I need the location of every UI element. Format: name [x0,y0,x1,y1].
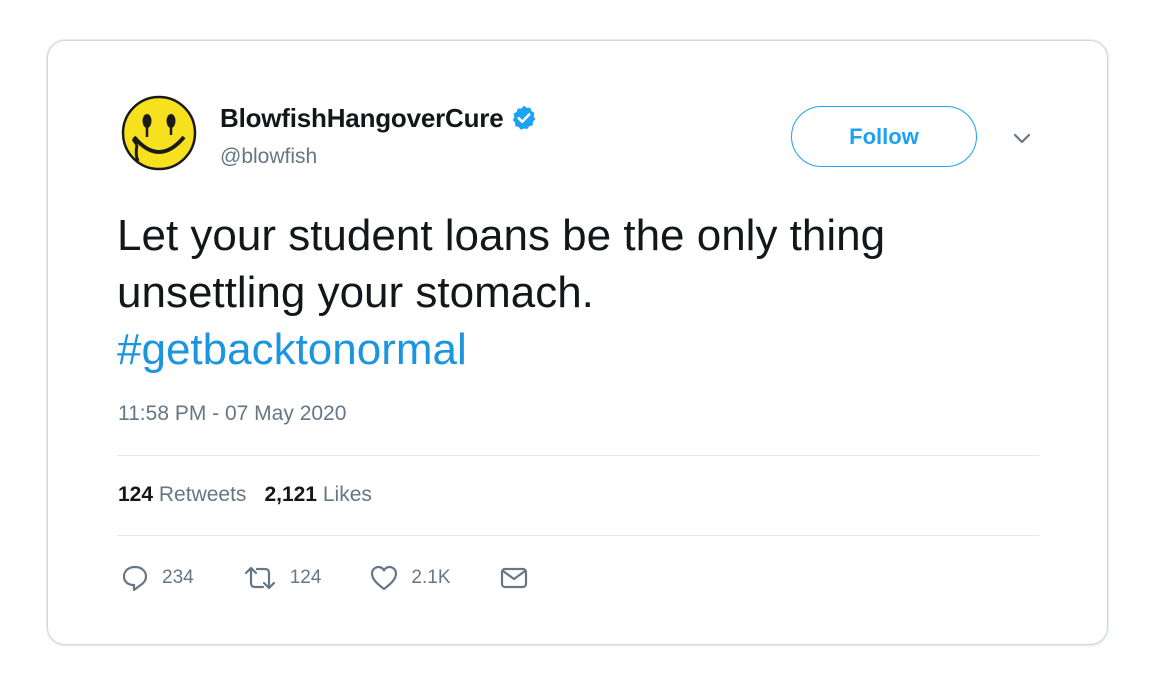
tweet-timestamp[interactable]: 11:58 PM - 07 May 2020 [118,402,346,426]
tweet-text-line: unsettling your stomach. [117,268,594,317]
reply-button[interactable]: 234 [120,563,194,593]
retweet-icon [244,566,275,590]
likes-count: 2,121 [264,483,317,506]
reply-icon [122,565,148,592]
follow-button[interactable]: Follow [791,106,977,167]
author-display-name[interactable]: BlowfishHangoverCure [220,103,504,134]
tweet-body: Let your student loans be the only thing… [117,207,1057,378]
retweet-button[interactable]: 124 [242,563,322,593]
chevron-down-icon[interactable] [1011,127,1033,149]
envelope-icon [500,567,527,589]
retweets-stat[interactable]: 124 Retweets [118,483,246,507]
heart-icon [371,565,398,591]
divider [117,535,1039,536]
engagement-stats: 124 Retweets 2,121 Likes [118,483,372,507]
retweets-count: 124 [118,483,154,506]
smiley-face-icon[interactable] [121,95,197,175]
author-handle[interactable]: @blowfish [220,145,317,169]
action-bar: 234 124 2.1K [120,563,589,593]
author-name-row: BlowfishHangoverCure [220,101,538,135]
verified-badge-icon [512,105,535,130]
tweet-text-line: Let your student loans be the only thing [117,211,886,260]
like-count: 2.1K [411,567,451,588]
tweet-card: BlowfishHangoverCure @blowfish Follow Le… [47,40,1108,645]
likes-stat[interactable]: 2,121 Likes [264,483,371,507]
retweet-count: 124 [289,567,322,588]
reply-count: 234 [162,567,194,588]
retweets-label: Retweets [158,483,247,506]
hashtag-link[interactable]: #getbacktonormal [117,321,1057,378]
message-button[interactable] [499,563,541,593]
divider [117,455,1039,456]
likes-label: Likes [322,483,372,506]
like-button[interactable]: 2.1K [369,563,451,593]
